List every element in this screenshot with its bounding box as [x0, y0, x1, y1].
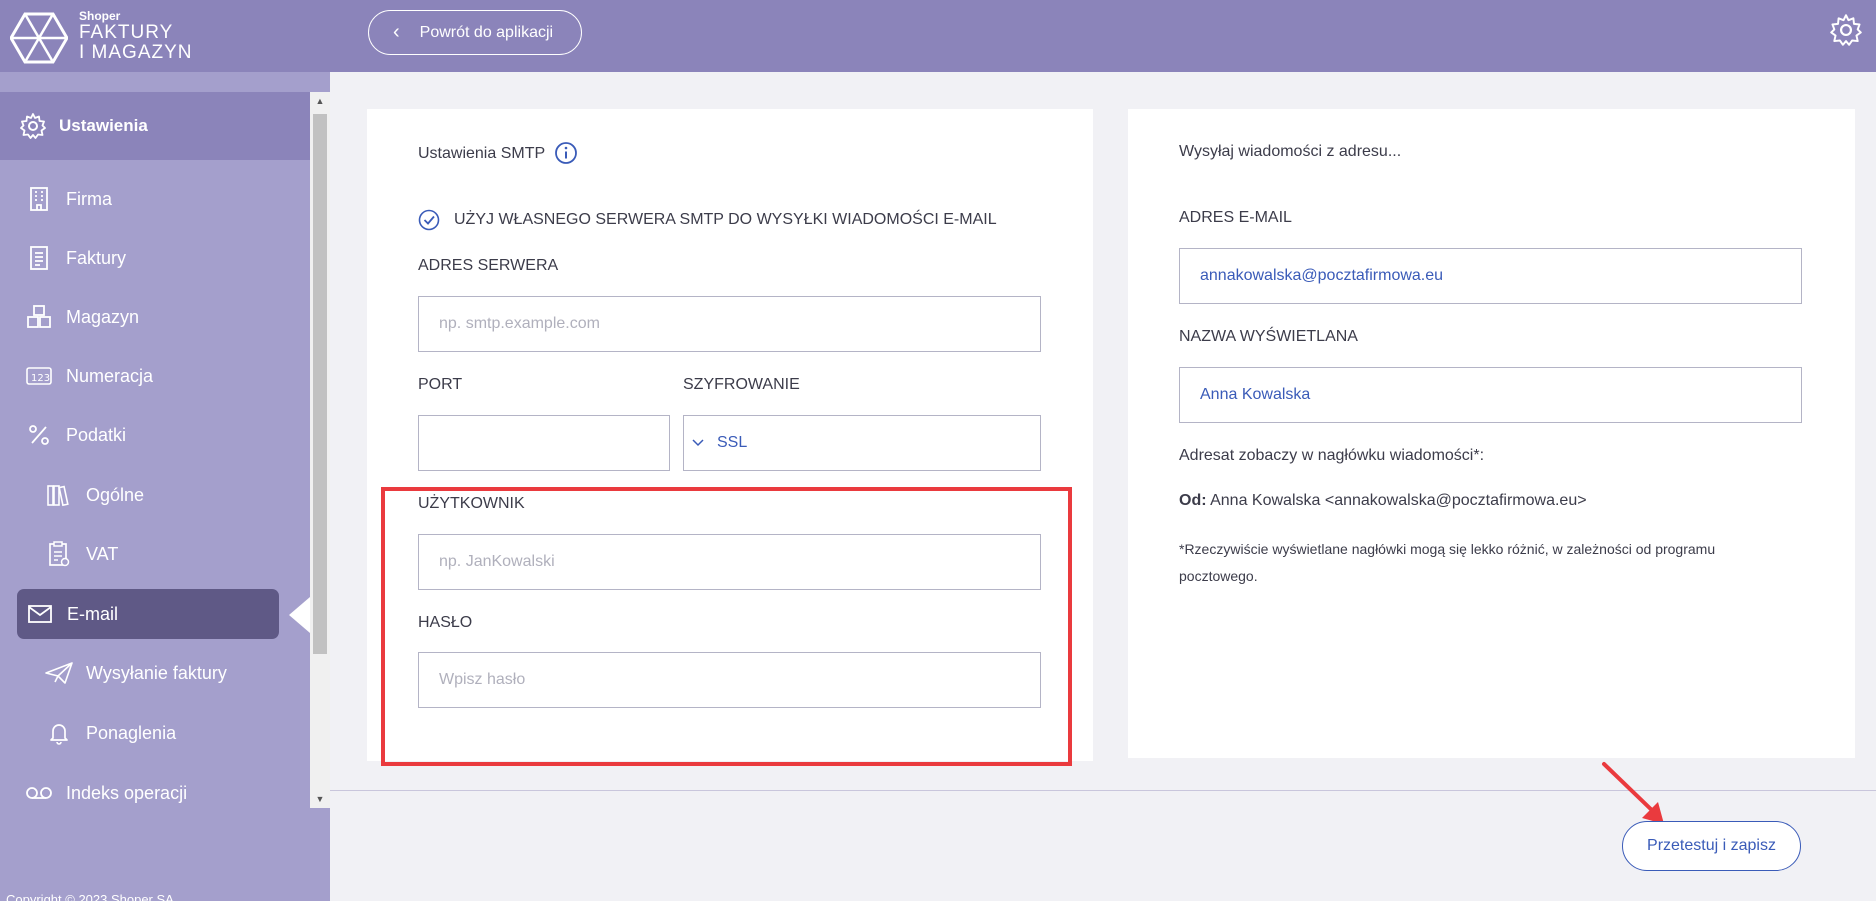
- sidebar-item-firma[interactable]: Firma: [0, 174, 310, 224]
- envelope-icon: [25, 599, 55, 629]
- port-label: PORT: [418, 376, 463, 393]
- sidebar-item-numeracja[interactable]: 123 Numeracja: [0, 351, 310, 401]
- smtp-settings-card: Ustawienia SMTP UŻYJ WŁASNEGO SERWERA SM…: [367, 109, 1093, 761]
- active-indicator: [289, 597, 310, 633]
- sidebar-item-faktury[interactable]: Faktury: [0, 233, 310, 283]
- settings-header-label: Ustawienia: [59, 116, 148, 135]
- sidebar-item-label: E-mail: [67, 603, 119, 624]
- percent-icon: [24, 420, 54, 450]
- display-name-input[interactable]: Anna Kowalska: [1179, 367, 1802, 423]
- brand-line2: I MAGAZYN: [79, 42, 193, 63]
- sidebar-item-label: Ogólne: [86, 484, 145, 505]
- port-input[interactable]: [418, 415, 670, 471]
- sender-title: Wysyłaj wiadomości z adresu...: [1179, 143, 1402, 160]
- back-to-app-label: Powrót do aplikacji: [419, 23, 554, 41]
- email-input[interactable]: annakowalska@pocztafirmowa.eu: [1179, 248, 1802, 304]
- display-name-label: NAZWA WYŚWIETLANA: [1179, 328, 1358, 345]
- logo-hexagon-icon: [10, 12, 68, 64]
- sidebar-item-label: Ponaglenia: [86, 722, 177, 743]
- encryption-select[interactable]: SSL: [683, 415, 1041, 471]
- preview-label: Adresat zobaczy w nagłówku wiadomości*:: [1179, 447, 1485, 464]
- sidebar-item-label: Indeks operacji: [66, 782, 188, 803]
- sidebar-item-label: Faktury: [66, 247, 127, 268]
- user-label: UŻYTKOWNIK: [418, 495, 525, 512]
- smtp-title: Ustawienia SMTP: [418, 145, 546, 162]
- gear-icon: [20, 113, 46, 139]
- books-icon: [44, 480, 74, 510]
- back-to-app-button[interactable]: ‹ Powrót do aplikacji: [368, 10, 582, 55]
- encryption-label: SZYFROWANIE: [683, 376, 800, 393]
- sidebar-item-vat[interactable]: VAT: [0, 529, 310, 579]
- preview-value: Anna Kowalska <annakowalska@pocztafirmow…: [1210, 492, 1587, 509]
- scroll-down-icon[interactable]: ▼: [310, 790, 330, 808]
- sidebar: Shoper FAKTURY I MAGAZYN Ustawienia Firm…: [0, 0, 330, 901]
- sidebar-item-podatki[interactable]: Podatki: [0, 410, 310, 460]
- use-own-smtp-label[interactable]: UŻYJ WŁASNEGO SERWERA SMTP DO WYSYŁKI WI…: [454, 211, 997, 229]
- sidebar-item-magazyn[interactable]: Magazyn: [0, 292, 310, 342]
- annotation-arrow-icon: [1602, 762, 1664, 824]
- bell-icon: [44, 718, 74, 748]
- email-value: annakowalska@pocztafirmowa.eu: [1200, 267, 1444, 284]
- brand-line1: FAKTURY: [79, 22, 174, 43]
- sidebar-item-label: Podatki: [66, 424, 127, 445]
- scroll-up-icon[interactable]: ▲: [310, 92, 330, 110]
- sidebar-item-ogolne[interactable]: Ogólne: [0, 470, 310, 520]
- topbar: ‹ Powrót do aplikacji: [330, 0, 1876, 72]
- password-label: HASŁO: [418, 614, 473, 631]
- user-input[interactable]: np. JanKowalski: [418, 534, 1041, 590]
- email-label: ADRES E-MAIL: [1179, 209, 1292, 226]
- server-address-placeholder: np. smtp.example.com: [439, 315, 600, 332]
- logo-text: Shoper FAKTURY I MAGAZYN: [79, 10, 193, 62]
- preview-line: Od: Anna Kowalska <annakowalska@pocztafi…: [1179, 492, 1587, 510]
- logo-bar: Shoper FAKTURY I MAGAZYN: [0, 0, 330, 72]
- chevron-left-icon: ‹: [393, 21, 400, 43]
- sidebar-item-ponaglenia[interactable]: Ponaglenia: [0, 708, 310, 758]
- building-icon: [24, 184, 54, 214]
- settings-header[interactable]: Ustawienia: [0, 92, 310, 160]
- server-address-label: ADRES SERWERA: [418, 257, 559, 274]
- svg-text:123: 123: [31, 373, 50, 384]
- sidebar-item-label: VAT: [86, 543, 119, 564]
- display-name-value: Anna Kowalska: [1200, 386, 1311, 403]
- voicemail-icon: [24, 778, 54, 808]
- sidebar-item-label: Firma: [66, 188, 112, 209]
- clipboard-icon: [44, 539, 74, 569]
- paper-plane-icon: [44, 658, 74, 688]
- preview-footnote: *Rzeczywiście wyświetlane nagłówki mogą …: [1179, 541, 1716, 584]
- encryption-value: SSL: [717, 434, 748, 451]
- copyright: Copyright © 2023 Shoper SA: [6, 892, 174, 901]
- password-input[interactable]: Wpisz hasło: [418, 652, 1041, 708]
- sidebar-item-label: Wysyłanie faktury: [86, 662, 227, 683]
- password-placeholder: Wpisz hasło: [439, 671, 526, 688]
- sidebar-scrollbar[interactable]: ▲ ▼: [310, 92, 330, 808]
- info-icon[interactable]: [554, 141, 578, 165]
- sender-card: Wysyłaj wiadomości z adresu... ADRES E-M…: [1128, 109, 1855, 758]
- scroll-thumb[interactable]: [313, 114, 327, 654]
- test-and-save-button[interactable]: Przetestuj i zapisz: [1622, 821, 1801, 871]
- preview-prefix: Od:: [1179, 492, 1207, 509]
- sidebar-item-wysylanie-faktury[interactable]: Wysyłanie faktury: [0, 648, 310, 698]
- checkbox-checked-icon[interactable]: [418, 209, 440, 231]
- document-icon: [24, 243, 54, 273]
- sidebar-item-indeks-operacji[interactable]: Indeks operacji: [0, 768, 310, 818]
- chevron-down-icon: [692, 439, 704, 447]
- server-address-input[interactable]: np. smtp.example.com: [418, 296, 1041, 352]
- sidebar-item-label: Numeracja: [66, 365, 154, 386]
- user-placeholder: np. JanKowalski: [439, 553, 555, 570]
- numbering-icon: 123: [24, 361, 54, 391]
- sidebar-item-email[interactable]: E-mail: [17, 589, 279, 639]
- settings-gear-icon[interactable]: [1830, 14, 1862, 46]
- brand-small: Shoper: [79, 9, 121, 23]
- boxes-icon: [24, 302, 54, 332]
- sidebar-item-label: Magazyn: [66, 306, 140, 327]
